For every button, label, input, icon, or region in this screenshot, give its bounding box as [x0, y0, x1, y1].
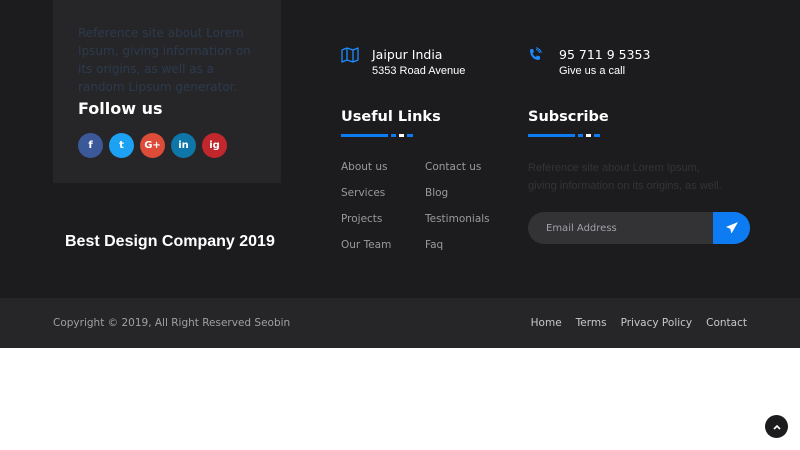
phone-caption: Give us a call	[559, 65, 626, 77]
scroll-to-top-button[interactable]	[765, 415, 788, 438]
bottom-nav-privacy-policy[interactable]: Privacy Policy	[621, 317, 693, 329]
contact-address: Jaipur India 5353 Road Avenue	[341, 47, 465, 79]
address-city: Jaipur India	[372, 47, 443, 62]
address-street: 5353 Road Avenue	[372, 65, 466, 77]
link-about-us[interactable]: About us	[341, 161, 388, 173]
social-links: f t G+ in ig	[78, 133, 227, 158]
subscribe-title: Subscribe	[528, 109, 609, 125]
subscribe-underline	[528, 134, 600, 137]
link-testimonials[interactable]: Testimonials	[425, 213, 490, 225]
link-projects[interactable]: Projects	[341, 213, 382, 225]
useful-links-title: Useful Links	[341, 109, 441, 125]
contact-phone: 95 711 9 5353 Give us a call	[528, 47, 650, 79]
link-blog[interactable]: Blog	[425, 187, 448, 199]
map-icon	[341, 47, 361, 79]
follow-title: Follow us	[78, 99, 163, 118]
subscribe-send-button[interactable]	[713, 212, 750, 244]
instagram-icon[interactable]: ig	[202, 133, 227, 158]
google-plus-icon[interactable]: G+	[140, 133, 165, 158]
bottom-nav-home[interactable]: Home	[531, 317, 562, 329]
bottom-nav: Home Terms Privacy Policy Contact	[531, 317, 747, 329]
link-services[interactable]: Services	[341, 187, 385, 199]
company-tagline: Best Design Company 2019	[65, 233, 275, 250]
copyright-text: Copyright © 2019, All Right Reserved Seo…	[53, 317, 291, 329]
phone-icon	[528, 47, 548, 79]
bottom-nav-contact[interactable]: Contact	[706, 317, 747, 329]
paper-plane-icon	[725, 222, 738, 234]
email-input[interactable]	[528, 212, 713, 244]
subscribe-form	[528, 212, 750, 244]
phone-number: 95 711 9 5353	[559, 47, 651, 62]
link-faq[interactable]: Faq	[425, 239, 443, 251]
subscribe-text: Reference site about Lorem Ipsum, giving…	[528, 162, 722, 192]
useful-links-underline	[341, 134, 413, 137]
site-footer: Reference site about Lorem Ipsum, giving…	[0, 0, 800, 298]
link-contact-us[interactable]: Contact us	[425, 161, 481, 173]
copyright-bar: Copyright © 2019, All Right Reserved Seo…	[0, 298, 800, 348]
chevron-up-icon	[772, 424, 781, 430]
facebook-icon[interactable]: f	[78, 133, 103, 158]
about-text: Reference site about Lorem Ipsum, giving…	[78, 26, 251, 94]
about-box: Reference site about Lorem Ipsum, giving…	[53, 0, 281, 183]
linkedin-icon[interactable]: in	[171, 133, 196, 158]
twitter-icon[interactable]: t	[109, 133, 134, 158]
bottom-nav-terms[interactable]: Terms	[576, 317, 607, 329]
link-our-team[interactable]: Our Team	[341, 239, 391, 251]
